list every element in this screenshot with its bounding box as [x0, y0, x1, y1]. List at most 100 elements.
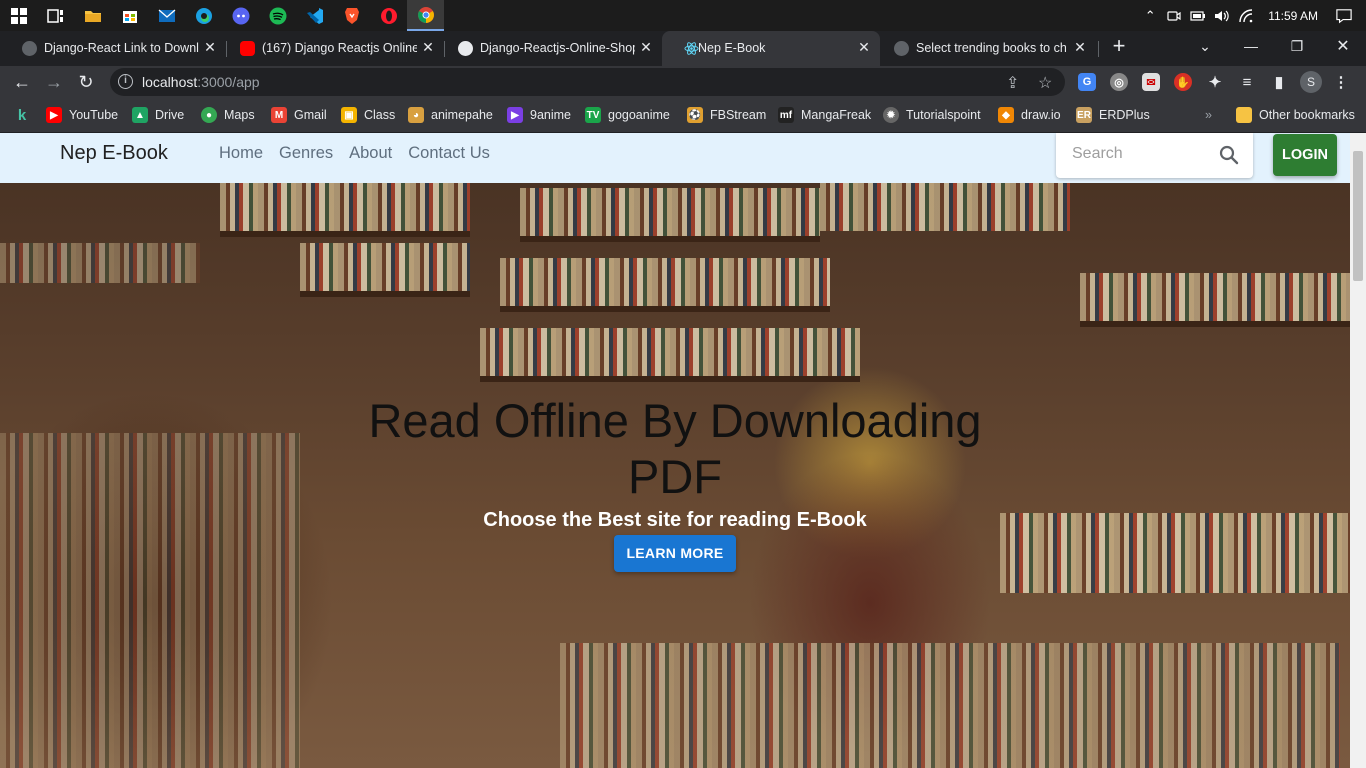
- react-icon: [684, 41, 699, 56]
- new-tab-button[interactable]: +: [1108, 35, 1130, 58]
- tab-title: Select trending books to cha: [916, 41, 1066, 55]
- nav-about[interactable]: About: [349, 144, 392, 163]
- nav-home[interactable]: Home: [219, 144, 263, 163]
- close-icon[interactable]: ✕: [638, 39, 654, 56]
- extension-translate-icon[interactable]: G: [1078, 73, 1096, 91]
- app-navbar: Nep E-Book Home Genres About Contact Us …: [0, 133, 1350, 183]
- kahoot-icon: k: [17, 106, 27, 124]
- folder-icon: [1236, 107, 1252, 123]
- bookmark-9anime[interactable]: ▶ 9anime: [507, 106, 571, 124]
- spotify-icon[interactable]: [259, 0, 296, 31]
- chrome-menu-icon[interactable]: ⋮: [1332, 73, 1350, 91]
- reload-button[interactable]: ↻: [74, 70, 98, 94]
- nav-links: Home Genres About Contact Us: [219, 144, 490, 163]
- 9anime-icon: ▶: [507, 107, 523, 123]
- classroom-icon: ▣: [341, 107, 357, 123]
- search-icon[interactable]: [1218, 144, 1240, 166]
- page-scrollbar[interactable]: [1350, 133, 1366, 768]
- side-panel-icon[interactable]: ▮: [1270, 73, 1288, 91]
- search-placeholder: Search: [1072, 145, 1123, 162]
- vscode-icon[interactable]: [296, 0, 333, 31]
- close-icon[interactable]: ✕: [202, 39, 218, 56]
- file-explorer-icon[interactable]: [74, 0, 111, 31]
- tab-youtube[interactable]: (167) Django Reactjs Online S ✕: [218, 31, 443, 66]
- tab-divider: [1098, 41, 1099, 57]
- extensions-puzzle-icon[interactable]: ✦: [1206, 73, 1224, 91]
- restore-button[interactable]: ❐: [1274, 31, 1320, 61]
- bookmark-gogoanime[interactable]: TV gogoanime: [585, 106, 670, 124]
- discord-icon[interactable]: [222, 0, 259, 31]
- bookmark-mangafreak[interactable]: mf MangaFreak: [778, 106, 871, 124]
- learn-more-button[interactable]: LEARN MORE: [614, 535, 736, 572]
- maps-icon: ●: [201, 107, 217, 123]
- url-text[interactable]: localhost:3000/app: [142, 74, 260, 90]
- extension-globe-icon[interactable]: ◎: [1110, 73, 1128, 91]
- media-control-icon[interactable]: ≡: [1238, 73, 1256, 91]
- hero-subtitle: Choose the Best site for reading E-Book: [483, 509, 867, 531]
- bookmark-tutorialspoint[interactable]: ✹ Tutorialspoint: [883, 106, 981, 124]
- meet-now-icon[interactable]: [1166, 8, 1182, 24]
- share-icon[interactable]: ⇪: [1006, 73, 1019, 93]
- notifications-icon[interactable]: [1336, 8, 1352, 24]
- bookmark-animepahe[interactable]: ◕ animepahe: [408, 106, 493, 124]
- chrome-icon[interactable]: [407, 0, 444, 31]
- bookmark-youtube[interactable]: ▶ YouTube: [46, 106, 118, 124]
- tab-title: Django-Reactjs-Online-Shopp: [480, 41, 635, 55]
- web-page: Nep E-Book Home Genres About Contact Us …: [0, 133, 1366, 768]
- nav-contact-us[interactable]: Contact Us: [408, 144, 490, 163]
- minimize-button[interactable]: —: [1228, 31, 1274, 61]
- tab-title: Nep E-Book: [698, 41, 766, 55]
- mangafreak-icon: mf: [778, 107, 794, 123]
- bookmark-fbstream[interactable]: ⚽ FBStream: [687, 106, 766, 124]
- brave-icon[interactable]: [333, 0, 370, 31]
- chevron-up-icon[interactable]: ⌃: [1142, 8, 1158, 24]
- github-icon: [458, 41, 473, 56]
- volume-icon[interactable]: [1214, 8, 1230, 24]
- youtube-icon: [240, 41, 255, 56]
- tab-search-icon[interactable]: ⌄: [1182, 31, 1228, 61]
- forward-button[interactable]: →: [42, 70, 66, 94]
- login-button[interactable]: LOGIN: [1273, 134, 1337, 176]
- extension-pocket-icon[interactable]: ✉: [1142, 73, 1160, 91]
- gmail-icon: M: [271, 107, 287, 123]
- back-button[interactable]: ←: [10, 70, 34, 94]
- bookmark-maps[interactable]: ● Maps: [201, 106, 255, 124]
- hero-banner: Read Offline By Downloading PDF Choose t…: [0, 183, 1350, 768]
- store-icon[interactable]: [111, 0, 148, 31]
- profile-avatar[interactable]: S: [1300, 71, 1322, 93]
- task-view-icon[interactable]: [37, 0, 74, 31]
- extension-adblock-icon[interactable]: ✋: [1174, 73, 1192, 91]
- bookmark-class[interactable]: ▣ Class: [341, 106, 395, 124]
- tab-trending-books[interactable]: Select trending books to cha ✕: [872, 31, 1097, 66]
- bookmark-drawio[interactable]: ◆ draw.io: [998, 106, 1061, 124]
- brand-logo[interactable]: Nep E-Book: [60, 142, 168, 165]
- close-icon[interactable]: ✕: [420, 39, 436, 56]
- wifi-icon[interactable]: [1238, 8, 1254, 24]
- clock[interactable]: 11:59 AM: [1268, 9, 1318, 23]
- address-bar[interactable]: i localhost:3000/app ⇪ ☆: [110, 68, 1065, 96]
- bookmark-gmail[interactable]: M Gmail: [271, 106, 327, 124]
- other-bookmarks-folder[interactable]: Other bookmarks: [1236, 106, 1355, 124]
- tab-nep-ebook[interactable]: Nep E-Book ✕: [662, 31, 880, 66]
- tab-django-react-link[interactable]: Django-React Link to Downlo ✕: [0, 31, 225, 66]
- kahoot-bookmark[interactable]: k: [14, 106, 37, 124]
- close-window-button[interactable]: ✕: [1320, 31, 1366, 61]
- mail-icon[interactable]: [148, 0, 185, 31]
- more-bookmarks-chevron-icon[interactable]: »: [1205, 106, 1212, 124]
- fbstream-icon: ⚽: [687, 107, 703, 123]
- globe-icon: [22, 41, 37, 56]
- bookmark-star-icon[interactable]: ☆: [1038, 73, 1052, 93]
- nav-genres[interactable]: Genres: [279, 144, 333, 163]
- bookmark-erdplus[interactable]: ER ERDPlus: [1076, 106, 1150, 124]
- close-icon[interactable]: ✕: [856, 39, 872, 56]
- tab-github[interactable]: Django-Reactjs-Online-Shopp ✕: [436, 31, 661, 66]
- edge-icon[interactable]: [185, 0, 222, 31]
- scrollbar-thumb[interactable]: [1353, 151, 1363, 281]
- opera-icon[interactable]: [370, 0, 407, 31]
- close-icon[interactable]: ✕: [1072, 39, 1088, 56]
- start-icon[interactable]: [0, 0, 37, 31]
- battery-icon[interactable]: [1190, 8, 1206, 24]
- bookmark-drive[interactable]: ▲ Drive: [132, 106, 184, 124]
- search-input[interactable]: Search: [1056, 133, 1253, 178]
- info-icon[interactable]: i: [118, 74, 133, 89]
